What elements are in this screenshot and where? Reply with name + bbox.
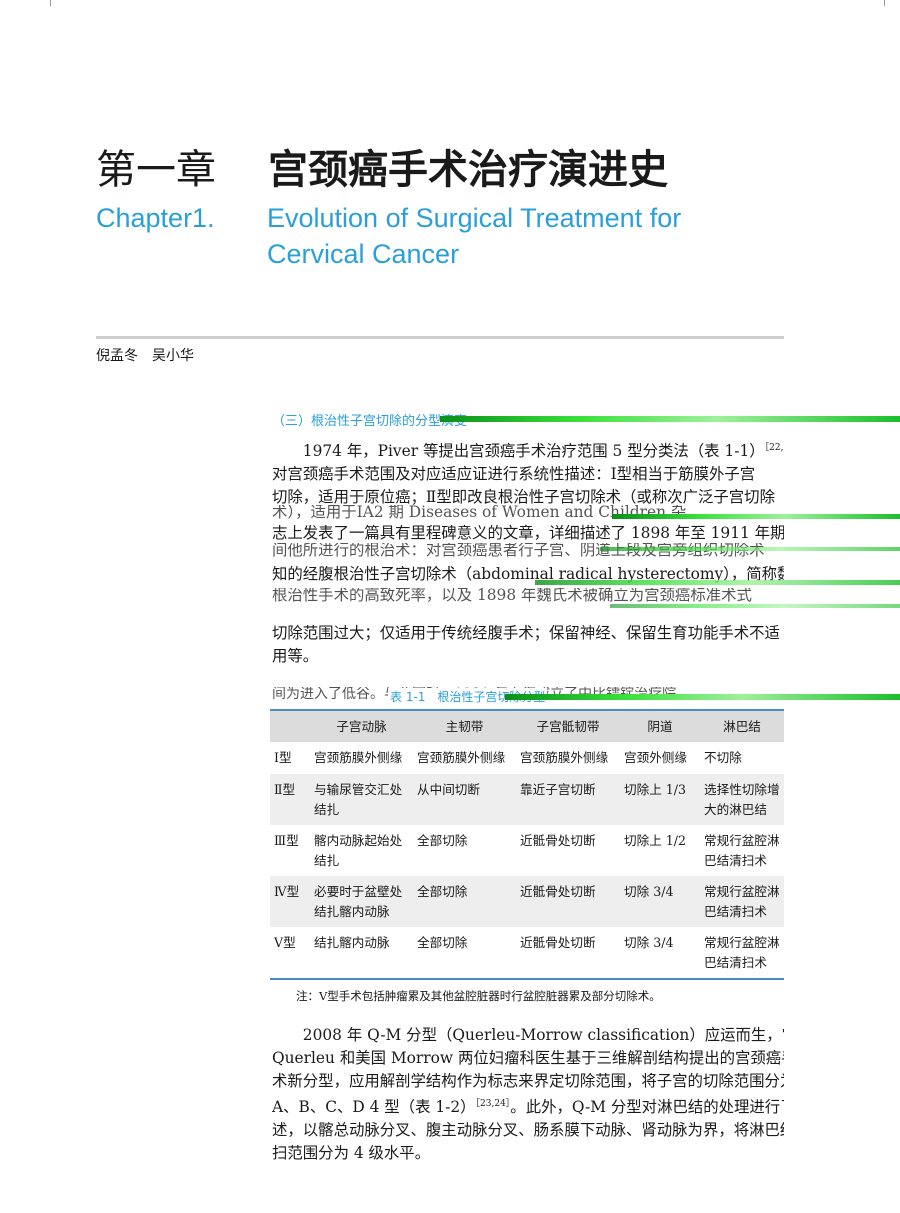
table-cell: Ⅴ型 bbox=[270, 927, 310, 980]
table-header-cell: 子宫动脉 bbox=[310, 709, 413, 742]
chapter-number-cn: 第一章 bbox=[96, 147, 216, 193]
garbled-line-3: 根治性手术的高致死率，以及 1898 年魏氏术被确立为宫颈癌标准术式 bbox=[272, 588, 752, 603]
table-cell: Ⅰ型 bbox=[274, 750, 292, 765]
table-cell: 切除 3/4 bbox=[620, 927, 700, 980]
citation: ［23,24］ bbox=[475, 1099, 511, 1109]
table-header-cell: 子宫骶韧带 bbox=[516, 709, 620, 742]
table-cell: Ⅱ型 bbox=[270, 774, 310, 825]
table-cell: Ⅲ型 bbox=[274, 833, 299, 848]
table-cell: 近骶骨处切断 bbox=[516, 927, 620, 980]
crop-mark-left bbox=[50, 0, 51, 6]
surgery-classification-table: 子宫动脉 主韧带 子宫骶韧带 阴道 淋巴结 Ⅰ型 宫颈筋膜外侧缘 宫颈筋膜外侧缘… bbox=[270, 709, 784, 980]
table-cell: 髂内动脉起始处结扎 bbox=[314, 833, 403, 868]
table-cell: 全部切除 bbox=[413, 927, 516, 980]
render-glitch-bar bbox=[600, 547, 900, 551]
render-glitch-bar bbox=[610, 604, 900, 608]
table-cell: 靠近子宫切断 bbox=[516, 774, 620, 825]
table-cell: 选择性切除增大的淋巴结 bbox=[700, 774, 784, 825]
crop-mark-right bbox=[884, 0, 885, 6]
table-cell: 常规行盆腔淋巴结清扫术 bbox=[704, 833, 780, 868]
render-glitch-bar bbox=[535, 580, 900, 585]
table-row: Ⅲ型 髂内动脉起始处结扎 全部切除 近骶骨处切断 切除上 1/2 常规行盆腔淋巴… bbox=[270, 825, 784, 876]
table-cell: 从中间切断 bbox=[413, 774, 516, 825]
table-cell: 切除上 1/3 bbox=[620, 774, 700, 825]
table-cell: 切除上 1/2 bbox=[624, 833, 687, 848]
chapter-heading-cn: 宫颈癌手术治疗演进史 bbox=[268, 147, 668, 193]
table-cell: 全部切除 bbox=[413, 876, 516, 927]
table-note: 注：Ⅴ型手术包括肿瘤累及其他盆腔脏器时行盆腔脏器累及部分切除术。 bbox=[296, 989, 661, 1003]
table-cell: 不切除 bbox=[704, 750, 742, 765]
table-header-cell bbox=[270, 709, 310, 742]
table-header-cell: 阴道 bbox=[620, 709, 700, 742]
paragraph-1: 1974 年，Piver 等提出宫颈癌手术治疗范围 5 型分类法（表 1-1）［… bbox=[272, 437, 784, 509]
authors: 倪孟冬 吴小华 bbox=[96, 348, 194, 364]
paragraph-1-line-6: 切除范围过大；仅适用于传统经腹手术；保留神经、保留生育功能手术不适 bbox=[272, 624, 780, 642]
paragraph-1-line-1: 1974 年，Piver 等提出宫颈癌手术治疗范围 5 型分类法（表 1-1）［… bbox=[272, 437, 784, 463]
paragraph-1-end: 切除范围过大；仅适用于传统经腹手术；保留神经、保留生育功能手术不适 用等。 bbox=[272, 622, 784, 668]
table-header-cell: 主韧带 bbox=[413, 709, 516, 742]
render-glitch-bar bbox=[440, 416, 900, 422]
chapter-heading-en: Evolution of Surgical Treatment for Cerv… bbox=[267, 203, 682, 269]
table-cell: 宫颈外侧缘 bbox=[624, 750, 687, 765]
table-cell: 必要时于盆壁处结扎髂内动脉 bbox=[310, 876, 413, 927]
table-row: Ⅳ型 必要时于盆壁处结扎髂内动脉 全部切除 近骶骨处切断 切除 3/4 常规行盆… bbox=[270, 876, 784, 927]
table-cell: 与输尿管交汇处结扎 bbox=[310, 774, 413, 825]
paragraph-1-continued: 志上发表了一篇具有里程碑意义的文章，详细描述了 1898 年至 1911 年期 bbox=[272, 522, 784, 545]
table-header-cell: 淋巴结 bbox=[700, 709, 784, 742]
render-glitch-bar bbox=[505, 694, 900, 700]
citation: ［22,23］ bbox=[764, 443, 784, 453]
table-cell: 结扎髂内动脉 bbox=[310, 927, 413, 980]
table-cell: 常规行盆腔淋巴结清扫术 bbox=[700, 876, 784, 927]
paragraph-1-line-2: 对宫颈癌手术范围及对应适应证进行系统性描述：Ⅰ型相当于筋膜外子宫 bbox=[272, 465, 756, 483]
table-cell: 宫颈筋膜外侧缘 bbox=[520, 750, 609, 765]
table-header-row: 子宫动脉 主韧带 子宫骶韧带 阴道 淋巴结 bbox=[270, 709, 784, 742]
section-heading: （三）根治性子宫切除的分型演变 bbox=[272, 414, 468, 428]
table-cell: 宫颈筋膜外侧缘 bbox=[314, 750, 403, 765]
chapter-title-en: Chapter1. Evolution of Surgical Treatmen… bbox=[96, 200, 681, 269]
chapter-number-en: Chapter1. bbox=[96, 203, 215, 233]
title-divider bbox=[96, 336, 784, 339]
table-cell: 近骶骨处切断 bbox=[516, 876, 620, 927]
table-cell: 宫颈筋膜外侧缘 bbox=[417, 750, 506, 765]
chapter-title-cn: 第一章 宫颈癌手术治疗演进史 bbox=[96, 146, 668, 194]
table-cell: 全部切除 bbox=[417, 833, 468, 848]
paragraph-1-line-7: 用等。 bbox=[272, 647, 319, 665]
paragraph-2: 2008 年 Q-M 分型（Querleu-Morrow classificat… bbox=[272, 1024, 784, 1165]
paragraph-2-line-3: 术新分型，应用解剖学结构作为标志来界定切除范围，将子宫的切除范围分为 bbox=[272, 1072, 784, 1090]
paragraph-2-line-5: 述，以髂总动脉分叉、腹主动脉分叉、肠系膜下动脉、肾动脉为界，将淋巴结清 bbox=[272, 1121, 784, 1139]
render-glitch-bar bbox=[612, 514, 900, 519]
table-cell: 近骶骨处切断 bbox=[520, 833, 596, 848]
table-row: Ⅴ型 结扎髂内动脉 全部切除 近骶骨处切断 切除 3/4 常规行盆腔淋巴结清扫术 bbox=[270, 927, 784, 980]
table-row: Ⅰ型 宫颈筋膜外侧缘 宫颈筋膜外侧缘 宫颈筋膜外侧缘 宫颈外侧缘 不切除 bbox=[270, 742, 784, 774]
paragraph-2-line-1: 2008 年 Q-M 分型（Querleu-Morrow classificat… bbox=[302, 1026, 784, 1044]
paragraph-1-line-4: 志上发表了一篇具有里程碑意义的文章，详细描述了 1898 年至 1911 年期 bbox=[272, 524, 784, 542]
table-cell: 切除 3/4 bbox=[620, 876, 700, 927]
table-cell: Ⅳ型 bbox=[270, 876, 310, 927]
table-row: Ⅱ型 与输尿管交汇处结扎 从中间切断 靠近子宫切断 切除上 1/3 选择性切除增… bbox=[270, 774, 784, 825]
paragraph-2-line-4: A、B、C、D 4 型（表 1-2）［23,24］。此外，Q-M 分型对淋巴结的… bbox=[272, 1098, 784, 1116]
paragraph-2-line-2: Querleu 和美国 Morrow 两位妇瘤科医生基于三维解剖结构提出的宫颈癌… bbox=[272, 1049, 784, 1067]
table-cell: 常规行盆腔淋巴结清扫术 bbox=[700, 927, 784, 980]
paragraph-2-line-6: 扫范围分为 4 级水平。 bbox=[272, 1144, 431, 1162]
